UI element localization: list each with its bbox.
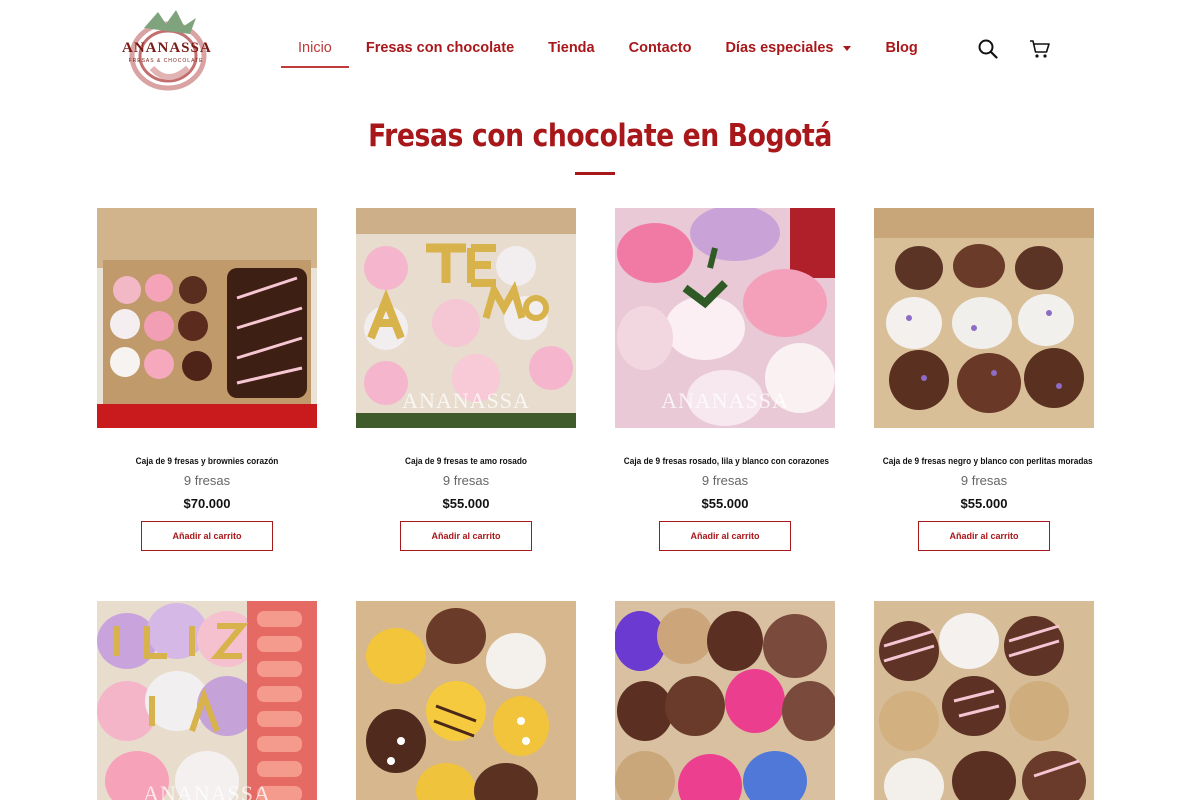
nav-label: Tienda <box>548 40 595 56</box>
product-name[interactable]: Caja de 9 fresas negro y blanco con perl… <box>883 456 1093 466</box>
product-image[interactable]: ANANASSA <box>615 208 835 428</box>
product-price: $55.000 <box>701 496 749 511</box>
product-card: ANANASSA Caja de 9 fresas te amo rosado … <box>356 208 576 551</box>
product-card: ANANASSA <box>97 601 317 800</box>
logo-tagline: FRESAS & CHOCOLATE <box>128 58 204 64</box>
nav-label: Blog <box>885 40 918 56</box>
nav-label: Contacto <box>628 40 692 56</box>
product-image[interactable]: ANANASSA <box>356 208 576 428</box>
product-count: 9 fresas <box>701 473 749 488</box>
product-card <box>874 601 1094 800</box>
add-to-cart-button[interactable]: Añadir al carrito <box>659 521 791 551</box>
main-nav: Inicio Fresas con chocolate Tienda Conta… <box>281 30 935 70</box>
product-card: Caja de 9 fresas y brownies corazón 9 fr… <box>97 208 317 551</box>
product-card <box>615 601 835 800</box>
nav-item-inicio[interactable]: Inicio <box>281 30 349 68</box>
cart-icon[interactable] <box>1029 38 1051 60</box>
logo-wordmark: ANANASSA <box>122 40 212 56</box>
product-image[interactable]: ANANASSA <box>97 601 317 800</box>
add-to-cart-button[interactable]: Añadir al carrito <box>400 521 532 551</box>
product-price: $55.000 <box>442 496 490 511</box>
nav-item-tienda[interactable]: Tienda <box>531 30 611 68</box>
product-count: 9 fresas <box>183 473 231 488</box>
product-card: ANANASSA Caja de 9 fresas rosado, lila y… <box>615 208 835 551</box>
search-icon[interactable] <box>977 38 999 60</box>
product-name[interactable]: Caja de 9 fresas te amo rosado <box>365 456 567 466</box>
product-count: 9 fresas <box>960 473 1008 488</box>
product-image[interactable] <box>97 208 317 428</box>
product-name[interactable]: Caja de 9 fresas rosado, lila y blanco c… <box>624 456 829 466</box>
title-divider <box>575 172 615 175</box>
product-image[interactable] <box>874 601 1094 800</box>
site-header: ANANASSA FRESAS & CHOCOLATE Inicio Fresa… <box>0 0 1200 100</box>
product-count: 9 fresas <box>442 473 490 488</box>
add-to-cart-button[interactable]: Añadir al carrito <box>141 521 273 551</box>
add-to-cart-button[interactable]: Añadir al carrito <box>918 521 1050 551</box>
chevron-down-icon <box>843 46 852 51</box>
product-card: Caja de 9 fresas negro y blanco con perl… <box>874 208 1094 551</box>
nav-item-blog[interactable]: Blog <box>868 30 934 68</box>
product-watermark: ANANASSA <box>402 388 530 413</box>
brand-logo[interactable]: ANANASSA FRESAS & CHOCOLATE <box>122 6 212 92</box>
nav-item-contacto[interactable]: Contacto <box>612 30 709 68</box>
nav-label: Inicio <box>298 40 332 56</box>
nav-label: Fresas con chocolate <box>365 40 515 56</box>
product-price: $55.000 <box>960 496 1008 511</box>
product-image[interactable] <box>356 601 576 800</box>
page-title: Fresas con chocolate en Bogotá <box>368 118 832 154</box>
nav-label: Días especiales <box>725 40 834 56</box>
product-name[interactable]: Caja de 9 fresas y brownies corazón <box>106 456 308 466</box>
product-image[interactable] <box>615 601 835 800</box>
nav-item-fresas[interactable]: Fresas con chocolate <box>349 30 531 68</box>
product-watermark: ANANASSA <box>661 388 789 413</box>
product-image[interactable] <box>874 208 1094 428</box>
product-card <box>356 601 576 800</box>
product-watermark: ANANASSA <box>143 781 271 800</box>
product-price: $70.000 <box>183 496 231 511</box>
nav-item-dias-especiales[interactable]: Días especiales <box>708 30 868 68</box>
